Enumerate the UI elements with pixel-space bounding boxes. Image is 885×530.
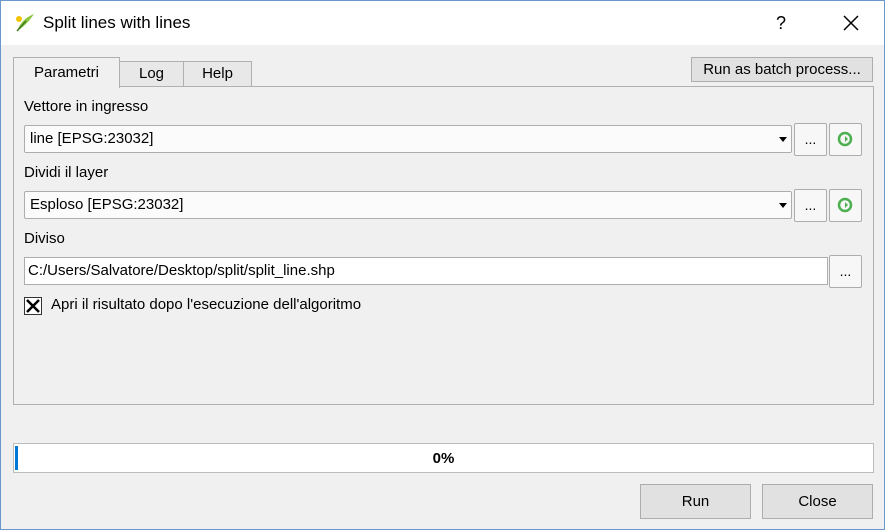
tab-log[interactable]: Log bbox=[119, 61, 184, 86]
split-layer-label: Dividi il layer bbox=[24, 164, 109, 181]
input-layer-refresh-button[interactable] bbox=[829, 123, 862, 156]
progress-bar: 0% bbox=[13, 443, 874, 473]
open-result-label: Apri il risultato dopo l'esecuzione dell… bbox=[51, 296, 362, 313]
progress-text: 0% bbox=[432, 450, 455, 467]
run-batch-button[interactable]: Run as batch process... bbox=[691, 57, 873, 82]
refresh-icon bbox=[837, 197, 853, 213]
chevron-down-icon bbox=[779, 203, 787, 208]
split-layer-value: Esploso [EPSG:23032] bbox=[30, 196, 184, 213]
output-browse-button[interactable]: ... bbox=[829, 255, 862, 288]
close-button[interactable]: Close bbox=[762, 484, 873, 519]
check-x-icon bbox=[26, 299, 40, 313]
input-layer-label: Vettore in ingresso bbox=[24, 98, 149, 115]
input-layer-select[interactable]: line [EPSG:23032] bbox=[24, 125, 792, 153]
input-layer-value: line [EPSG:23032] bbox=[30, 130, 154, 147]
input-layer-browse-button[interactable]: ... bbox=[794, 123, 827, 156]
split-layer-browse-button[interactable]: ... bbox=[794, 189, 827, 222]
tab-parametri[interactable]: Parametri bbox=[13, 57, 120, 88]
window-title: Split lines with lines bbox=[43, 13, 191, 32]
help-button[interactable]: ? bbox=[769, 9, 793, 37]
output-path-field[interactable]: C:/Users/Salvatore/Desktop/split/split_l… bbox=[24, 257, 828, 285]
output-label: Diviso bbox=[24, 230, 65, 247]
split-layer-refresh-button[interactable] bbox=[829, 189, 862, 222]
close-icon[interactable] bbox=[837, 9, 865, 37]
open-result-checkbox[interactable] bbox=[24, 297, 42, 315]
chevron-down-icon bbox=[779, 137, 787, 142]
dialog-window: Split lines with lines ? Parametri Log H… bbox=[0, 0, 885, 530]
run-button[interactable]: Run bbox=[640, 484, 751, 519]
qgis-icon bbox=[13, 11, 37, 35]
output-path-value: C:/Users/Salvatore/Desktop/split/split_l… bbox=[28, 262, 335, 279]
refresh-icon bbox=[837, 131, 853, 147]
split-layer-select[interactable]: Esploso [EPSG:23032] bbox=[24, 191, 792, 219]
title-bar: Split lines with lines ? bbox=[1, 1, 884, 45]
tab-help[interactable]: Help bbox=[183, 61, 252, 86]
